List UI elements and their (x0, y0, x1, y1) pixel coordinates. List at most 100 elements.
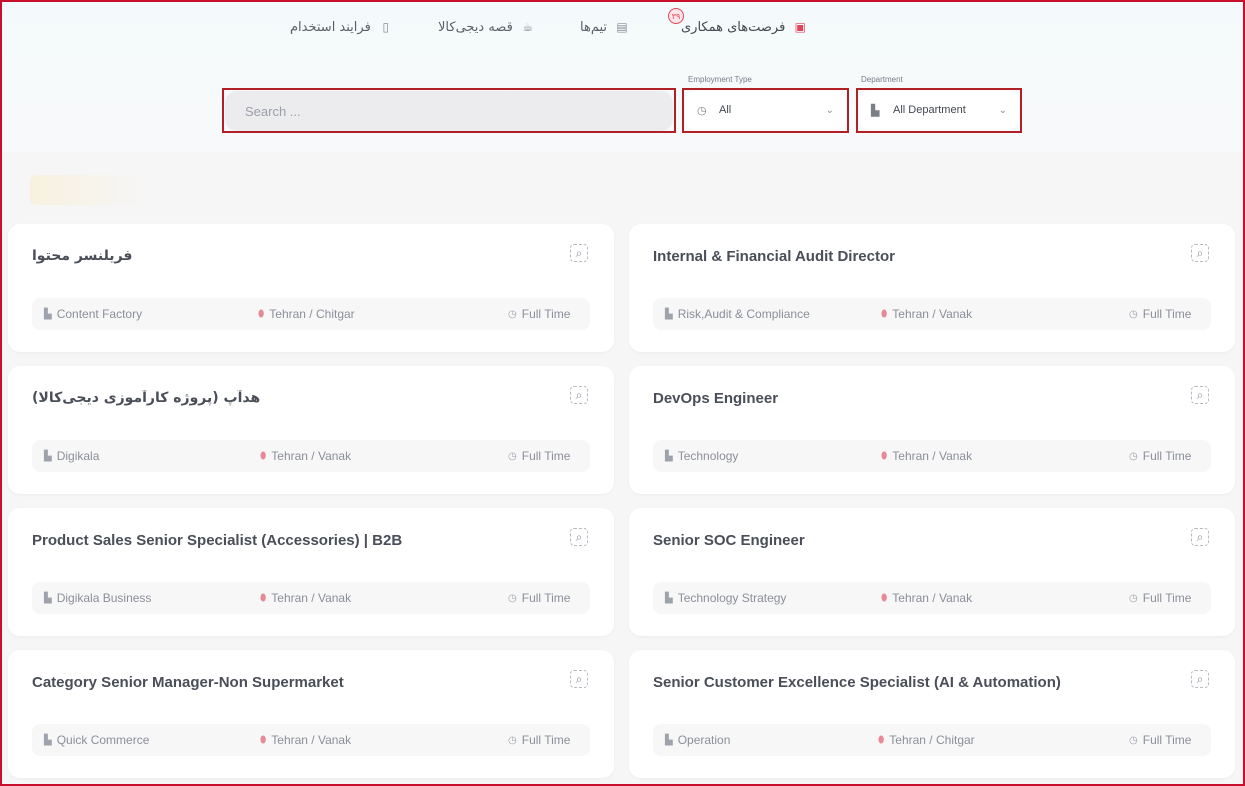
nav-item-teams[interactable]: ▤ تیم‌ها (580, 16, 629, 38)
clock-icon: ◷ (508, 734, 517, 746)
clock-icon: ◷ (697, 104, 707, 117)
job-type: ◷ Full Time (508, 440, 570, 472)
location-pin-icon: ⬮ (881, 450, 888, 462)
briefcase-icon: ▣ (794, 20, 806, 34)
building-icon: ▙ (44, 592, 52, 604)
job-type-text: Full Time (1142, 591, 1192, 605)
job-meta: ▙ Technology ⬮ Tehran / Vanak ◷ Full Time (653, 440, 1211, 472)
job-type: ◷ Full Time (1129, 440, 1191, 472)
job-type-text: Full Time (521, 591, 571, 605)
job-title: Senior Customer Excellence Specialist (A… (653, 674, 1061, 691)
department-select[interactable]: ▙ All Department ⌄ (859, 91, 1019, 129)
job-type-text: Full Time (521, 307, 571, 321)
job-card[interactable]: هدآپ (پروژه کارآموزی دیجی‌کالا) ⌕ ▙ Digik… (8, 366, 614, 494)
job-location: ⬮ Tehran / Chitgar (258, 298, 355, 330)
job-meta: ▙ Content Factory ⬮ Tehran / Chitgar ◷ Full… (32, 298, 590, 330)
job-type: ◷ Full Time (1129, 298, 1191, 330)
job-meta: ▙ Technology Strategy ⬮ Tehran / Vanak ◷ Fu… (653, 582, 1211, 614)
job-title: Product Sales Senior Specialist (Accesso… (32, 532, 403, 549)
clock-icon: ◷ (508, 592, 517, 604)
job-department: ▙ Digikala Business (44, 582, 151, 614)
building-icon: ▙ (665, 450, 673, 462)
job-card[interactable]: Category Senior Manager-Non Supermarket … (8, 650, 614, 778)
job-location: ⬮ Tehran / Vanak (260, 582, 351, 614)
quick-view-icon[interactable]: ⌕ (1191, 386, 1209, 404)
quick-view-icon[interactable]: ⌕ (1191, 244, 1209, 262)
building-icon: ▙ (871, 104, 880, 117)
job-meta: ▙ Digikala ⬮ Tehran / Vanak ◷ Full Time (32, 440, 590, 472)
clock-icon: ◷ (508, 308, 517, 320)
job-department: ▙ Technology Strategy (665, 582, 786, 614)
building-icon: ▙ (665, 592, 673, 604)
job-department-text: Risk,Audit & Compliance (677, 307, 810, 321)
nav-item-digikala-story[interactable]: ☕ قصه دیجی‌کالا (438, 16, 535, 38)
quick-view-icon[interactable]: ⌕ (1191, 528, 1209, 546)
job-meta: ▙ Risk,Audit & Compliance ⬮ Tehran / Vanak… (653, 298, 1211, 330)
job-department: ▙ Quick Commerce (44, 724, 149, 756)
nav-item-label: فرایند استخدام (290, 19, 371, 35)
job-location: ⬮ Tehran / Vanak (881, 298, 972, 330)
location-pin-icon: ⬮ (878, 734, 885, 746)
job-meta: ▙ Operation ⬮ Tehran / Chitgar ◷ Full Time (653, 724, 1211, 756)
quick-view-icon[interactable]: ⌕ (570, 670, 588, 688)
job-department-text: Digikala (56, 449, 100, 463)
building-icon: ▙ (44, 308, 52, 320)
job-type: ◷ Full Time (1129, 582, 1191, 614)
job-card[interactable]: Senior Customer Excellence Specialist (A… (629, 650, 1235, 778)
job-location: ⬮ Tehran / Vanak (260, 440, 351, 472)
job-department: ▙ Risk,Audit & Compliance (665, 298, 810, 330)
top-nav: ▣ فرصت‌های همکاری ▤ تیم‌ها ☕ قصه دیجی‌کا… (0, 12, 1245, 42)
employment-type-value: All (719, 104, 732, 116)
chevron-down-icon: ⌄ (998, 104, 1007, 116)
job-type: ◷ Full Time (1129, 724, 1191, 756)
header: ▣ فرصت‌های همکاری ▤ تیم‌ها ☕ قصه دیجی‌کا… (0, 0, 1245, 152)
search-input[interactable] (225, 91, 673, 131)
job-department: ▙ Technology (665, 440, 738, 472)
job-card[interactable]: Senior SOC Engineer ⌕ ▙ Technology Strate… (629, 508, 1235, 636)
location-pin-icon: ⬮ (881, 592, 888, 604)
job-card[interactable]: Internal & Financial Audit Director ⌕ ▙ R… (629, 224, 1235, 352)
job-department-text: Technology Strategy (677, 591, 787, 605)
department-value: All Department (893, 104, 966, 116)
nav-item-label: قصه دیجی‌کالا (438, 19, 513, 35)
quick-view-icon[interactable]: ⌕ (570, 528, 588, 546)
clipboard-icon: ▯ (382, 20, 390, 34)
job-card[interactable]: Product Sales Senior Specialist (Accesso… (8, 508, 614, 636)
job-location-text: Tehran / Vanak (892, 307, 973, 321)
opportunities-count-badge: ۳۹ (668, 8, 684, 24)
job-department-text: Operation (677, 733, 731, 747)
nav-item-label: تیم‌ها (580, 19, 608, 35)
job-department-text: Quick Commerce (56, 733, 150, 747)
job-type-text: Full Time (1142, 307, 1192, 321)
clock-icon: ◷ (1129, 450, 1138, 462)
clock-icon: ◷ (508, 450, 517, 462)
job-location-text: Tehran / Vanak (892, 591, 973, 605)
clock-icon: ◷ (1129, 592, 1138, 604)
job-type: ◷ Full Time (508, 298, 570, 330)
job-department-text: Content Factory (56, 307, 143, 321)
location-pin-icon: ⬮ (260, 450, 267, 462)
job-department: ▙ Operation (665, 724, 730, 756)
nav-item-opportunities[interactable]: ▣ فرصت‌های همکاری (672, 12, 816, 42)
building-icon: ▙ (44, 450, 52, 462)
job-location-text: Tehran / Chitgar (889, 733, 975, 747)
job-location: ⬮ Tehran / Chitgar (878, 724, 975, 756)
job-card[interactable]: DevOps Engineer ⌕ ▙ Technology ⬮ Tehran / … (629, 366, 1235, 494)
job-location-text: Tehran / Vanak (271, 733, 352, 747)
nav-item-hiring-process[interactable]: ▯ فرایند استخدام (290, 16, 393, 38)
job-title: هدآپ (پروژه کارآموزی دیجی‌کالا) (32, 390, 261, 406)
location-pin-icon: ⬮ (260, 592, 267, 604)
job-meta: ▙ Digikala Business ⬮ Tehran / Vanak ◷ Full… (32, 582, 590, 614)
job-location: ⬮ Tehran / Vanak (881, 582, 972, 614)
building-icon: ▙ (665, 734, 673, 746)
clock-icon: ◷ (1129, 308, 1138, 320)
job-title: Senior SOC Engineer (653, 532, 805, 549)
job-card[interactable]: فریلنسر محتوا ⌕ ▙ Content Factory ⬮ Tehran… (8, 224, 614, 352)
quick-view-icon[interactable]: ⌕ (570, 244, 588, 262)
employment-type-select[interactable]: ◷ All ⌄ (685, 91, 846, 129)
job-department-text: Digikala Business (56, 591, 152, 605)
quick-view-icon[interactable]: ⌕ (570, 386, 588, 404)
decorative-banner (30, 175, 150, 205)
job-department: ▙ Digikala (44, 440, 99, 472)
quick-view-icon[interactable]: ⌕ (1191, 670, 1209, 688)
